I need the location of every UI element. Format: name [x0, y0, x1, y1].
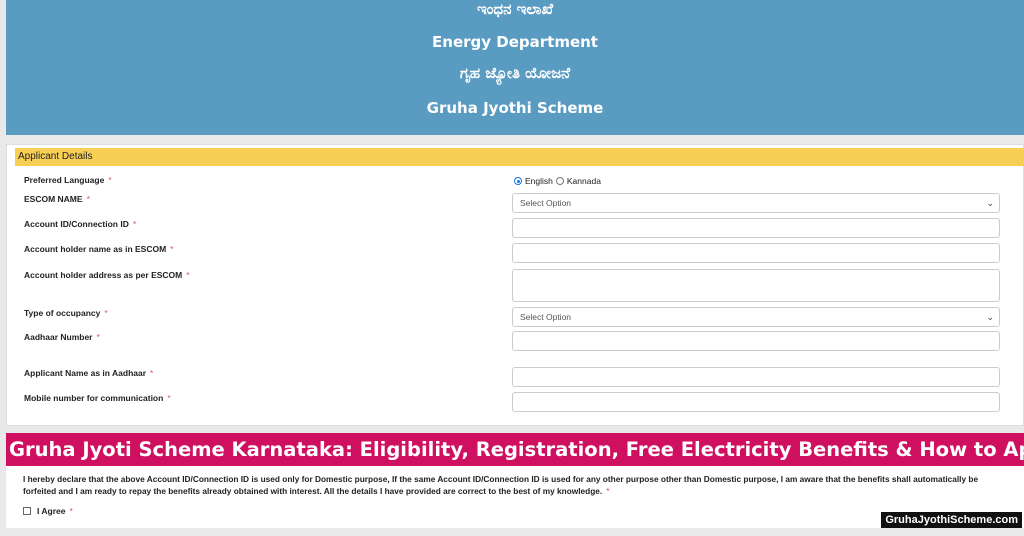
- aadhaar-label: Aadhaar Number *: [24, 332, 100, 342]
- escom-label: ESCOM NAME *: [24, 194, 90, 204]
- agree-row: I Agree *: [23, 506, 73, 516]
- aadhaar-input[interactable]: [512, 331, 1000, 351]
- account-id-input[interactable]: [512, 218, 1000, 238]
- kannada-radio-label: Kannada: [566, 176, 601, 186]
- kannada-radio[interactable]: [555, 177, 564, 185]
- chevron-down-icon: ⌄: [986, 198, 994, 208]
- agree-label: I Agree *: [37, 506, 73, 516]
- holder-name-input[interactable]: [512, 243, 1000, 263]
- article-title-banner: Gruha Jyoti Scheme Karnataka: Eligibilit…: [6, 433, 1024, 466]
- chevron-down-icon: ⌄: [986, 312, 994, 322]
- kannada-department-title: ಇಂಧನ ಇಲಾಖೆ: [477, 0, 553, 18]
- declaration-panel: I hereby declare that the above Account …: [6, 466, 1024, 528]
- occupancy-select[interactable]: Select Option ⌄: [512, 307, 1000, 327]
- site-watermark: GruhaJyothiScheme.com: [881, 512, 1022, 528]
- kannada-scheme-title: ಗೃಹ ಜ್ಯೋತಿ ಯೋಜನೆ: [459, 64, 571, 82]
- scheme-title: Gruha Jyothi Scheme: [426, 99, 604, 117]
- applicant-details-panel: Applicant Details Preferred Language * En…: [6, 144, 1024, 426]
- mobile-label: Mobile number for communication *: [24, 393, 171, 403]
- aadhaar-name-input[interactable]: [512, 367, 1000, 387]
- holder-address-textarea[interactable]: [512, 269, 1000, 302]
- english-radio[interactable]: [514, 177, 522, 185]
- department-title: Energy Department: [432, 33, 598, 51]
- holder-address-label: Account holder address as per ESCOM *: [24, 270, 190, 280]
- preferred-language-label: Preferred Language *: [24, 175, 112, 185]
- preferred-language-radio-group: English Kannada: [514, 176, 601, 186]
- account-id-label: Account ID/Connection ID *: [24, 219, 137, 229]
- page-header: ಇಂಧನ ಇಲಾಖೆ Energy Department ಗೃಹ ಜ್ಯೋತಿ …: [6, 0, 1024, 135]
- declaration-text: I hereby declare that the above Account …: [23, 474, 979, 496]
- english-radio-label: English: [525, 176, 553, 186]
- holder-name-label: Account holder name as in ESCOM *: [24, 244, 174, 254]
- agree-checkbox[interactable]: [23, 507, 31, 515]
- section-title: Applicant Details: [15, 148, 1024, 166]
- mobile-input[interactable]: [512, 392, 1000, 412]
- escom-select[interactable]: Select Option ⌄: [512, 193, 1000, 213]
- aadhaar-name-label: Applicant Name as in Aadhaar *: [24, 368, 154, 378]
- occupancy-label: Type of occupancy *: [24, 308, 108, 318]
